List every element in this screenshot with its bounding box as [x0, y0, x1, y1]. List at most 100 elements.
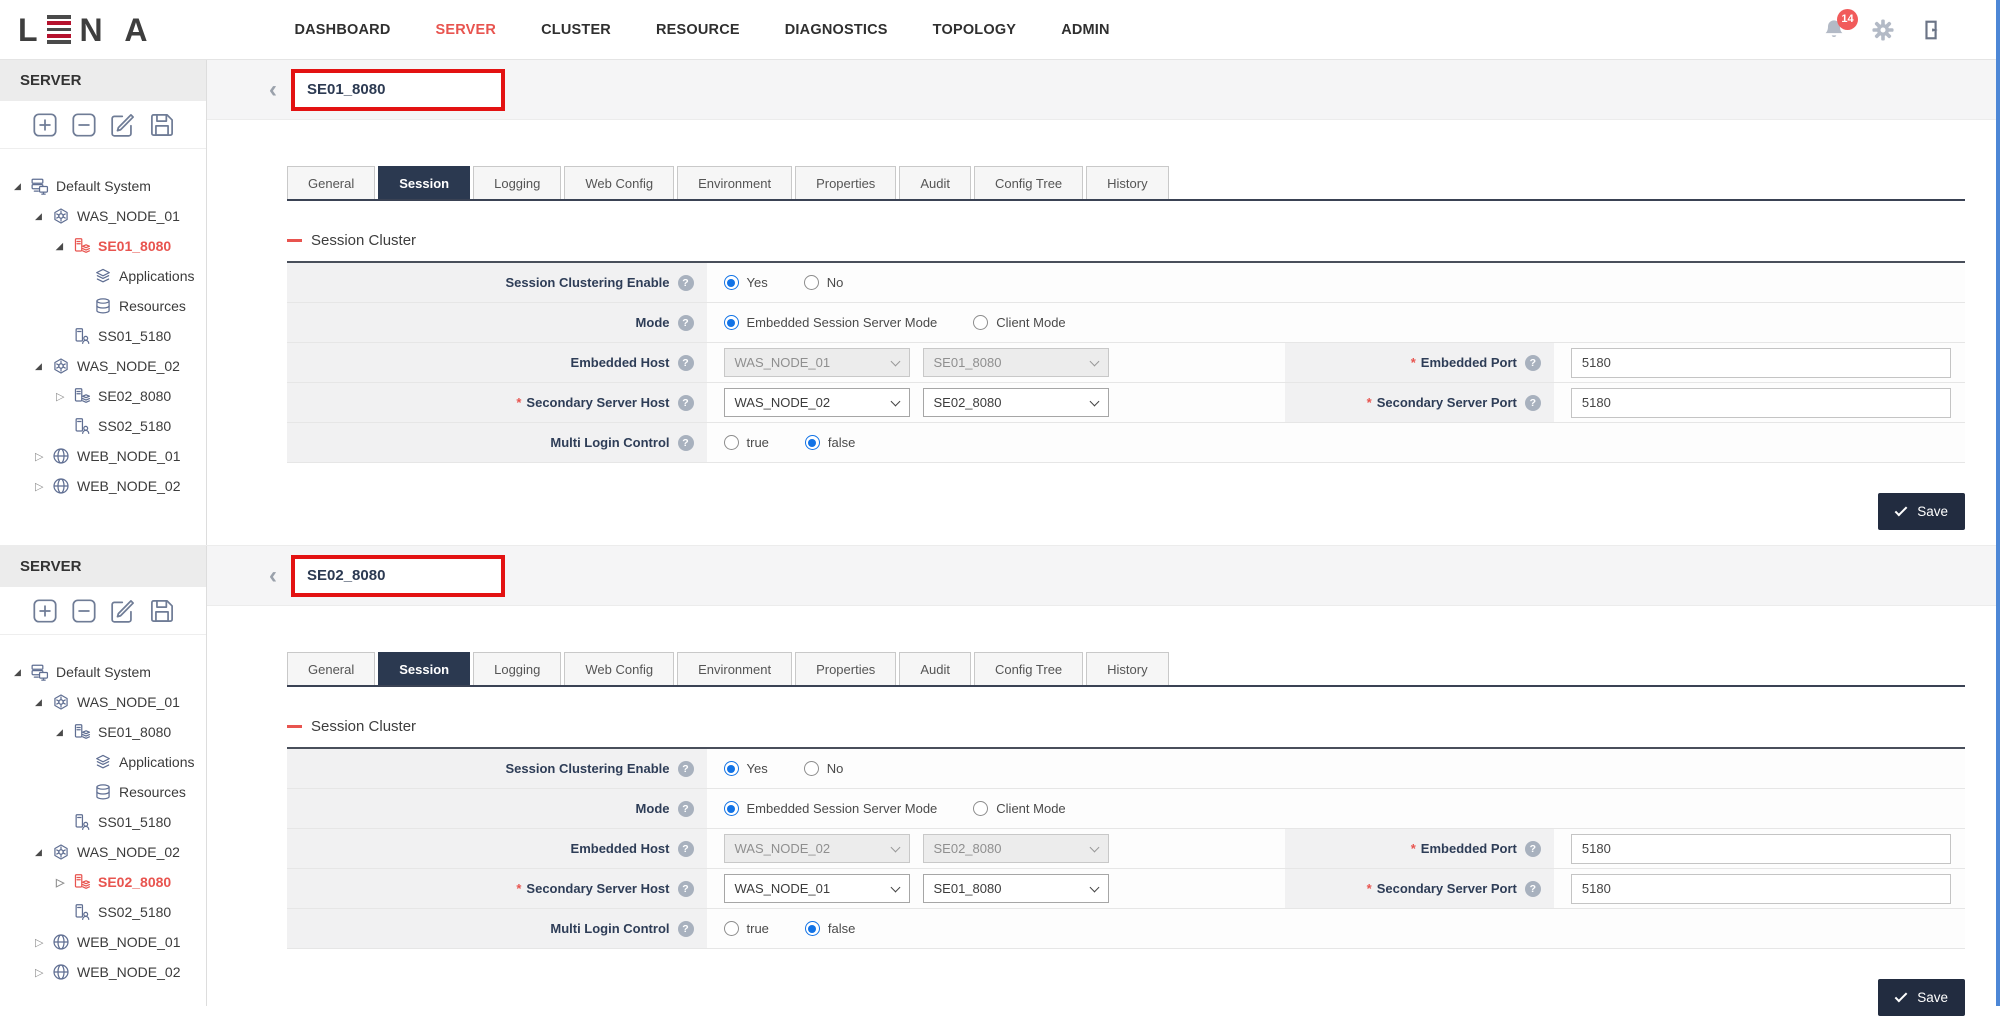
save-button[interactable]: Save — [1878, 493, 1965, 530]
tree-item-se01_8080[interactable]: ◢SE01_8080 — [0, 231, 206, 261]
tree-item-ss02_5180[interactable]: SS02_5180 — [0, 411, 206, 441]
tab-web-config[interactable]: Web Config — [564, 652, 674, 685]
embedded-host-server-select[interactable]: SE01_8080 — [923, 348, 1109, 377]
radio-selected-icon[interactable] — [805, 435, 820, 450]
nav-item-cluster[interactable]: CLUSTER — [541, 22, 611, 38]
tree-item-was_node_01[interactable]: ◢WAS_NODE_01 — [0, 201, 206, 231]
radio-option-true[interactable]: true — [724, 435, 769, 450]
tree-toggle-icon[interactable]: ◢ — [35, 847, 52, 858]
tree-item-applications[interactable]: Applications — [0, 747, 206, 777]
secondary-host-node-select[interactable]: WAS_NODE_02 — [724, 388, 910, 417]
radio-option-client-mode[interactable]: Client Mode — [973, 801, 1065, 816]
tree-toggle-icon[interactable]: ◢ — [14, 667, 31, 678]
secondary-port-input[interactable] — [1571, 388, 1951, 418]
nav-item-diagnostics[interactable]: DIAGNOSTICS — [785, 22, 888, 38]
server-name-field[interactable]: SE01_8080 — [295, 73, 501, 107]
logout-icon[interactable] — [1920, 18, 1944, 42]
tab-audit[interactable]: Audit — [899, 652, 971, 685]
tab-environment[interactable]: Environment — [677, 166, 792, 199]
secondary-port-input[interactable] — [1571, 874, 1951, 904]
tree-item-ss02_5180[interactable]: SS02_5180 — [0, 897, 206, 927]
help-icon[interactable] — [1525, 355, 1541, 371]
tab-web-config[interactable]: Web Config — [564, 166, 674, 199]
help-icon[interactable] — [678, 275, 694, 291]
radio-selected-icon[interactable] — [724, 275, 739, 290]
radio-option-embedded-session-server-mode[interactable]: Embedded Session Server Mode — [724, 801, 938, 816]
tree-item-resources[interactable]: Resources — [0, 291, 206, 321]
tree-item-resources[interactable]: Resources — [0, 777, 206, 807]
tab-logging[interactable]: Logging — [473, 166, 561, 199]
radio-unselected-icon[interactable] — [804, 275, 819, 290]
secondary-host-server-select[interactable]: SE02_8080 — [923, 388, 1109, 417]
radio-option-embedded-session-server-mode[interactable]: Embedded Session Server Mode — [724, 315, 938, 330]
nav-item-dashboard[interactable]: DASHBOARD — [294, 22, 390, 38]
secondary-host-server-select[interactable]: SE01_8080 — [923, 874, 1109, 903]
tree-item-was_node_02[interactable]: ◢WAS_NODE_02 — [0, 837, 206, 867]
radio-option-client-mode[interactable]: Client Mode — [973, 315, 1065, 330]
tree-toggle-icon[interactable]: ▷ — [35, 450, 52, 463]
save-tree-icon[interactable] — [149, 598, 175, 624]
tab-history[interactable]: History — [1086, 166, 1168, 199]
server-name-field[interactable]: SE02_8080 — [295, 559, 501, 593]
radio-unselected-icon[interactable] — [724, 921, 739, 936]
add-node-icon[interactable] — [32, 112, 58, 138]
radio-unselected-icon[interactable] — [973, 315, 988, 330]
tree-toggle-icon[interactable]: ◢ — [14, 181, 31, 192]
help-icon[interactable] — [678, 841, 694, 857]
tree-item-default system[interactable]: ◢Default System — [0, 657, 206, 687]
tree-item-se02_8080[interactable]: ▷SE02_8080 — [0, 867, 206, 897]
tree-item-was_node_01[interactable]: ◢WAS_NODE_01 — [0, 687, 206, 717]
tree-item-default system[interactable]: ◢Default System — [0, 171, 206, 201]
help-icon[interactable] — [1525, 881, 1541, 897]
tab-audit[interactable]: Audit — [899, 166, 971, 199]
radio-unselected-icon[interactable] — [724, 435, 739, 450]
help-icon[interactable] — [678, 921, 694, 937]
embedded-port-input[interactable] — [1571, 834, 1951, 864]
embedded-port-input[interactable] — [1571, 348, 1951, 378]
help-icon[interactable] — [678, 355, 694, 371]
tree-item-ss01_5180[interactable]: SS01_5180 — [0, 321, 206, 351]
notification-badge[interactable]: 14 — [1837, 9, 1858, 30]
tab-properties[interactable]: Properties — [795, 166, 896, 199]
tree-toggle-icon[interactable]: ▷ — [56, 876, 73, 889]
gear-icon[interactable] — [1871, 18, 1895, 42]
tree-item-web_node_01[interactable]: ▷WEB_NODE_01 — [0, 927, 206, 957]
help-icon[interactable] — [1525, 841, 1541, 857]
tab-logging[interactable]: Logging — [473, 652, 561, 685]
tree-item-web_node_02[interactable]: ▷WEB_NODE_02 — [0, 957, 206, 987]
tree-item-se01_8080[interactable]: ◢SE01_8080 — [0, 717, 206, 747]
tree-toggle-icon[interactable]: ◢ — [35, 697, 52, 708]
tree-item-web_node_02[interactable]: ▷WEB_NODE_02 — [0, 471, 206, 501]
embedded-host-server-select[interactable]: SE02_8080 — [923, 834, 1109, 863]
radio-option-yes[interactable]: Yes — [724, 761, 768, 776]
help-icon[interactable] — [678, 881, 694, 897]
tab-properties[interactable]: Properties — [795, 652, 896, 685]
collapse-sidebar-chevron[interactable]: ‹ — [269, 80, 277, 99]
tab-general[interactable]: General — [287, 652, 375, 685]
tree-item-was_node_02[interactable]: ◢WAS_NODE_02 — [0, 351, 206, 381]
radio-unselected-icon[interactable] — [804, 761, 819, 776]
edit-node-icon[interactable] — [110, 112, 136, 138]
collapse-sidebar-chevron[interactable]: ‹ — [269, 566, 277, 585]
tree-item-web_node_01[interactable]: ▷WEB_NODE_01 — [0, 441, 206, 471]
radio-option-false[interactable]: false — [805, 435, 855, 450]
remove-node-icon[interactable] — [71, 598, 97, 624]
tree-toggle-icon[interactable]: ◢ — [56, 241, 73, 252]
tree-item-se02_8080[interactable]: ▷SE02_8080 — [0, 381, 206, 411]
radio-option-yes[interactable]: Yes — [724, 275, 768, 290]
tree-toggle-icon[interactable]: ▷ — [56, 390, 73, 403]
save-tree-icon[interactable] — [149, 112, 175, 138]
help-icon[interactable] — [678, 315, 694, 331]
tree-toggle-icon[interactable]: ◢ — [35, 361, 52, 372]
radio-option-no[interactable]: No — [804, 761, 844, 776]
embedded-host-node-select[interactable]: WAS_NODE_02 — [724, 834, 910, 863]
tree-toggle-icon[interactable]: ▷ — [35, 480, 52, 493]
radio-selected-icon[interactable] — [805, 921, 820, 936]
add-node-icon[interactable] — [32, 598, 58, 624]
tab-config-tree[interactable]: Config Tree — [974, 652, 1083, 685]
tab-session[interactable]: Session — [378, 166, 470, 199]
tab-environment[interactable]: Environment — [677, 652, 792, 685]
nav-item-resource[interactable]: RESOURCE — [656, 22, 740, 38]
tab-general[interactable]: General — [287, 166, 375, 199]
radio-option-true[interactable]: true — [724, 921, 769, 936]
